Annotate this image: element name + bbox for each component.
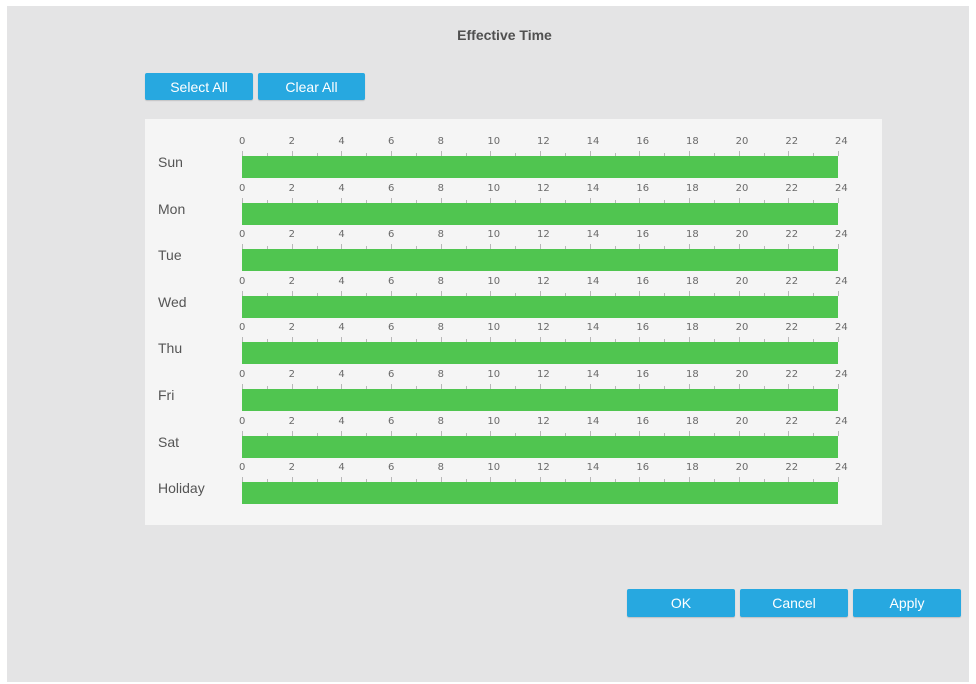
time-range-bar[interactable]	[242, 342, 838, 365]
time-range-bar[interactable]	[242, 295, 838, 318]
time-range-bar[interactable]	[242, 389, 838, 411]
day-label: Thu	[158, 340, 183, 357]
time-ruler	[242, 144, 839, 156]
cancel-button[interactable]: Cancel	[740, 589, 848, 617]
ruler-tick	[838, 477, 839, 483]
time-ruler	[242, 470, 839, 483]
ruler-tick	[838, 430, 839, 436]
time-ruler	[242, 237, 839, 250]
time-range-bar[interactable]	[242, 202, 838, 225]
day-label: Mon	[158, 200, 186, 217]
day-label: Wed	[158, 293, 187, 310]
clear-all-button[interactable]: Clear All	[258, 73, 365, 100]
ruler-tick	[838, 197, 839, 203]
ruler-tick	[838, 337, 839, 343]
time-range-bar[interactable]	[242, 482, 838, 505]
ruler-tick	[838, 290, 839, 296]
schedule-grid: Sun 0 2 4 6 8 10 12 14 16 18 20 22 24 Mon 0 2 4 6 8 10 12 14 16…	[145, 119, 882, 525]
time-ruler	[242, 330, 839, 343]
time-ruler	[242, 424, 839, 436]
time-ruler	[242, 191, 839, 203]
time-range-bar[interactable]	[242, 156, 838, 178]
day-label: Tue	[158, 247, 182, 264]
time-range-bar[interactable]	[242, 435, 838, 458]
select-all-button[interactable]: Select All	[145, 73, 253, 100]
ok-button[interactable]: OK	[627, 589, 735, 617]
day-label: Fri	[158, 387, 175, 403]
time-ruler	[242, 284, 839, 296]
ruler-tick	[838, 151, 839, 156]
time-range-bar[interactable]	[242, 249, 838, 272]
day-label: Sat	[158, 433, 180, 450]
apply-button[interactable]: Apply	[853, 589, 961, 617]
time-ruler	[242, 377, 839, 389]
ruler-tick	[838, 244, 839, 250]
dialog-title: Effective Time	[457, 27, 552, 43]
day-label: Holiday	[158, 480, 205, 497]
day-label: Sun	[158, 154, 183, 170]
effective-time-dialog: Effective Time Select All Clear All Sun 0…	[7, 6, 969, 682]
ruler-tick	[838, 384, 839, 389]
